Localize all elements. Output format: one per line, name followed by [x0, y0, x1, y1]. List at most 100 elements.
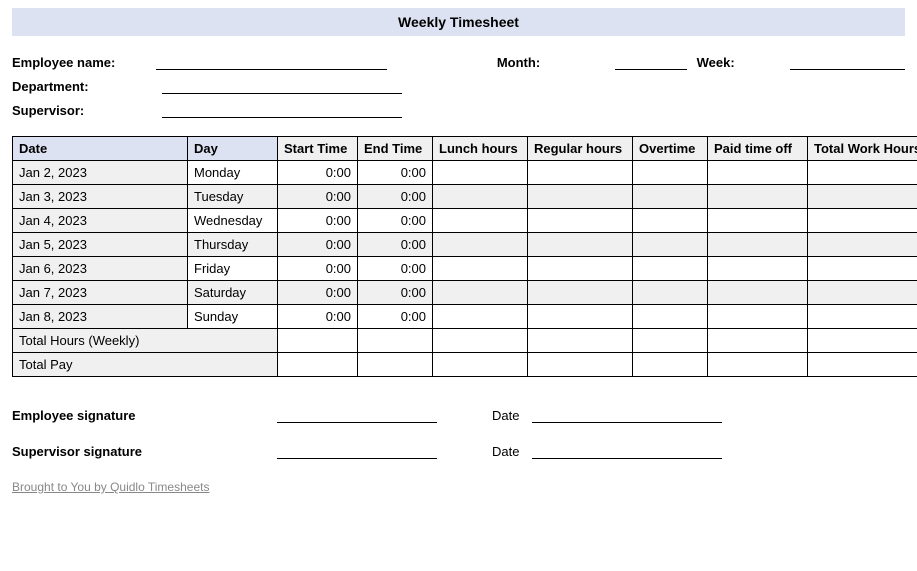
cell-overtime[interactable] — [633, 257, 708, 281]
cell-date[interactable]: Jan 8, 2023 — [13, 305, 188, 329]
cell-start[interactable]: 0:00 — [278, 281, 358, 305]
cell-lunch[interactable] — [433, 209, 528, 233]
col-end: End Time — [358, 137, 433, 161]
cell-pto[interactable] — [708, 281, 808, 305]
cell-day[interactable]: Wednesday — [188, 209, 278, 233]
cell-overtime[interactable] — [633, 161, 708, 185]
cell-total[interactable] — [808, 233, 917, 257]
cell-overtime[interactable] — [633, 185, 708, 209]
summary-row: Total Hours (Weekly) — [13, 329, 917, 353]
cell-start[interactable]: 0:00 — [278, 257, 358, 281]
cell-total[interactable] — [808, 305, 917, 329]
cell-total[interactable] — [808, 209, 917, 233]
cell-day[interactable]: Monday — [188, 161, 278, 185]
signature-block: Employee signature Date Supervisor signa… — [12, 407, 905, 459]
cell-pto[interactable] — [708, 161, 808, 185]
cell-pto[interactable] — [708, 305, 808, 329]
cell-lunch[interactable] — [433, 161, 528, 185]
cell-end[interactable]: 0:00 — [358, 233, 433, 257]
cell-start[interactable]: 0:00 — [278, 233, 358, 257]
cell-pto[interactable] — [708, 257, 808, 281]
timesheet-table: Date Day Start Time End Time Lunch hours… — [12, 136, 917, 377]
cell-day[interactable]: Sunday — [188, 305, 278, 329]
employee-signature-date-label: Date — [492, 408, 532, 423]
cell-date[interactable]: Jan 7, 2023 — [13, 281, 188, 305]
cell-end[interactable]: 0:00 — [358, 305, 433, 329]
cell-total[interactable] — [808, 161, 917, 185]
cell-date[interactable]: Jan 6, 2023 — [13, 257, 188, 281]
supervisor-label: Supervisor: — [12, 103, 162, 118]
cell-regular[interactable] — [528, 257, 633, 281]
employee-name-label: Employee name: — [12, 55, 156, 70]
cell-lunch[interactable] — [433, 233, 528, 257]
cell-regular[interactable] — [528, 233, 633, 257]
summary-label: Total Pay — [13, 353, 278, 377]
cell-start[interactable]: 0:00 — [278, 305, 358, 329]
employee-name-input-line[interactable] — [156, 54, 387, 70]
table-row: Jan 6, 2023Friday0:000:00 — [13, 257, 917, 281]
col-total: Total Work Hours — [808, 137, 917, 161]
cell-total[interactable] — [808, 257, 917, 281]
cell-end[interactable]: 0:00 — [358, 161, 433, 185]
col-date: Date — [13, 137, 188, 161]
cell-end[interactable]: 0:00 — [358, 209, 433, 233]
cell-regular[interactable] — [528, 281, 633, 305]
col-pto: Paid time off — [708, 137, 808, 161]
cell-lunch[interactable] — [433, 185, 528, 209]
col-day: Day — [188, 137, 278, 161]
cell-date[interactable]: Jan 3, 2023 — [13, 185, 188, 209]
cell-regular[interactable] — [528, 209, 633, 233]
supervisor-signature-date-label: Date — [492, 444, 532, 459]
col-lunch: Lunch hours — [433, 137, 528, 161]
cell-total[interactable] — [808, 281, 917, 305]
employee-signature-line[interactable] — [277, 407, 437, 423]
supervisor-input-line[interactable] — [162, 102, 402, 118]
month-label: Month: — [497, 55, 555, 70]
summary-row: Total Pay — [13, 353, 917, 377]
table-row: Jan 7, 2023Saturday0:000:00 — [13, 281, 917, 305]
supervisor-signature-date-line[interactable] — [532, 443, 722, 459]
cell-end[interactable]: 0:00 — [358, 185, 433, 209]
cell-regular[interactable] — [528, 185, 633, 209]
month-input-line[interactable] — [615, 54, 687, 70]
cell-pto[interactable] — [708, 233, 808, 257]
cell-regular[interactable] — [528, 161, 633, 185]
cell-day[interactable]: Saturday — [188, 281, 278, 305]
cell-start[interactable]: 0:00 — [278, 185, 358, 209]
cell-overtime[interactable] — [633, 209, 708, 233]
col-regular: Regular hours — [528, 137, 633, 161]
cell-start[interactable]: 0:00 — [278, 161, 358, 185]
cell-start[interactable]: 0:00 — [278, 209, 358, 233]
footer-link[interactable]: Brought to You by Quidlo Timesheets — [12, 480, 209, 494]
header-fields: Employee name: Month: Week: Department: … — [12, 54, 905, 118]
cell-date[interactable]: Jan 4, 2023 — [13, 209, 188, 233]
cell-lunch[interactable] — [433, 281, 528, 305]
employee-signature-date-line[interactable] — [532, 407, 722, 423]
week-input-line[interactable] — [790, 54, 905, 70]
page-title: Weekly Timesheet — [12, 8, 905, 36]
department-input-line[interactable] — [162, 78, 402, 94]
cell-day[interactable]: Tuesday — [188, 185, 278, 209]
cell-end[interactable]: 0:00 — [358, 281, 433, 305]
col-overtime: Overtime — [633, 137, 708, 161]
employee-signature-label: Employee signature — [12, 408, 277, 423]
cell-total[interactable] — [808, 185, 917, 209]
cell-overtime[interactable] — [633, 233, 708, 257]
supervisor-signature-line[interactable] — [277, 443, 437, 459]
col-start: Start Time — [278, 137, 358, 161]
cell-date[interactable]: Jan 5, 2023 — [13, 233, 188, 257]
cell-lunch[interactable] — [433, 257, 528, 281]
cell-overtime[interactable] — [633, 281, 708, 305]
cell-day[interactable]: Friday — [188, 257, 278, 281]
cell-day[interactable]: Thursday — [188, 233, 278, 257]
week-label: Week: — [697, 55, 745, 70]
cell-pto[interactable] — [708, 185, 808, 209]
cell-lunch[interactable] — [433, 305, 528, 329]
table-row: Jan 4, 2023Wednesday0:000:00 — [13, 209, 917, 233]
cell-pto[interactable] — [708, 209, 808, 233]
cell-regular[interactable] — [528, 305, 633, 329]
table-row: Jan 2, 2023Monday0:000:00 — [13, 161, 917, 185]
cell-end[interactable]: 0:00 — [358, 257, 433, 281]
cell-date[interactable]: Jan 2, 2023 — [13, 161, 188, 185]
cell-overtime[interactable] — [633, 305, 708, 329]
